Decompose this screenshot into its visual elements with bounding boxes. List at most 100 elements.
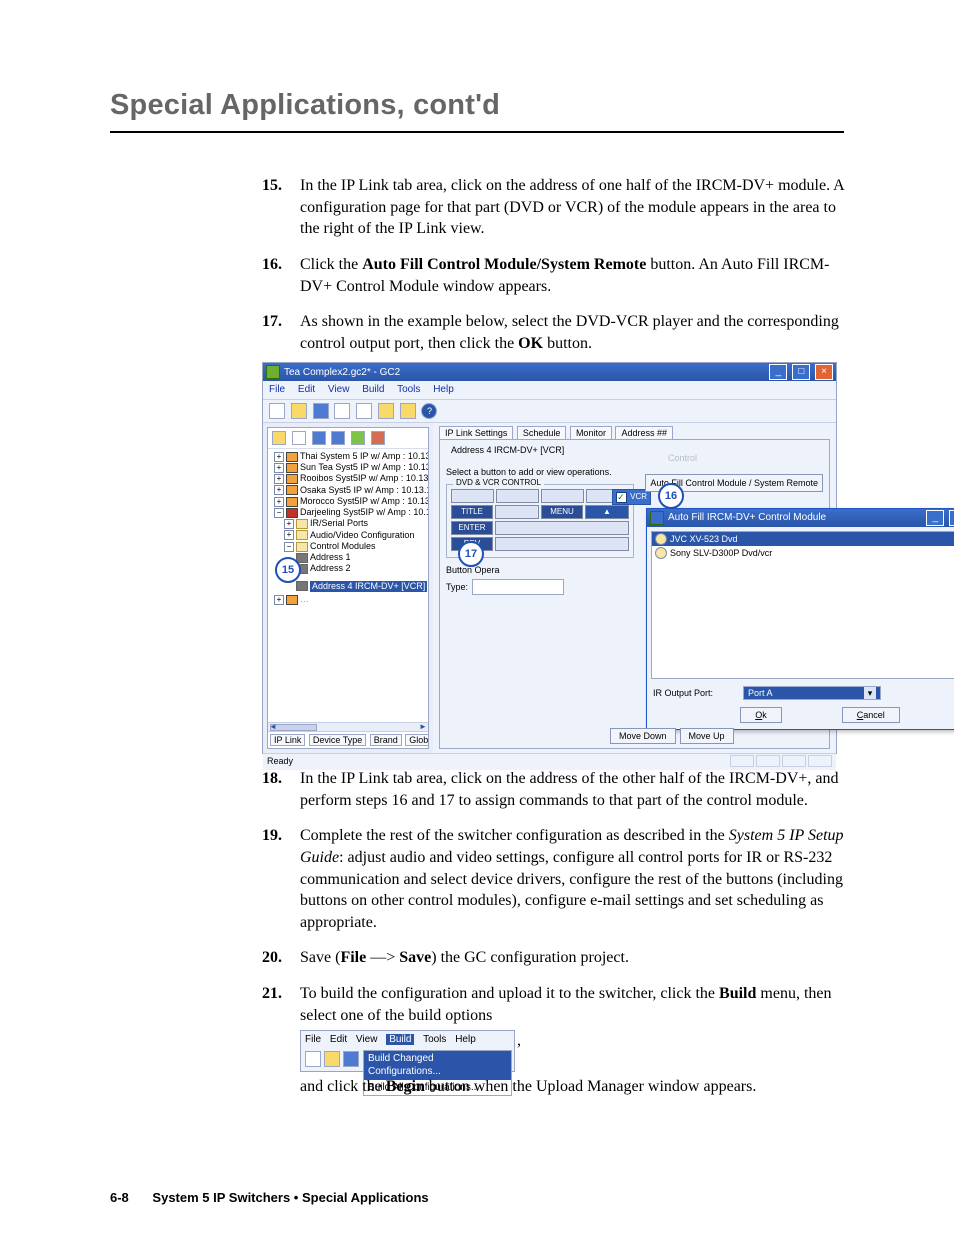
tree-hscrollbar[interactable]: ◄► <box>268 722 428 731</box>
tab-devicetype[interactable]: Device Type <box>309 734 366 746</box>
step-20: 20. Save (File —> Save) the GC configura… <box>262 947 844 969</box>
step-num: 17. <box>262 311 282 333</box>
step-15: 15. In the IP Link tab area, click on th… <box>262 175 844 240</box>
page-title: Special Applications, cont'd <box>110 86 844 125</box>
menu-build[interactable]: Build <box>386 1034 414 1045</box>
ok-button[interactable]: Ok <box>740 707 782 723</box>
tab-schedule[interactable]: Schedule <box>517 426 567 439</box>
disc-icon <box>655 533 667 545</box>
maximize-icon[interactable]: □ <box>792 364 810 380</box>
step-text: Click the Auto Fill Control Module/Syste… <box>300 256 829 295</box>
menu-edit[interactable]: Edit <box>298 384 315 395</box>
key-enter[interactable]: ENTER <box>451 521 493 535</box>
tab-iplinksettings[interactable]: IP Link Settings <box>439 426 513 439</box>
menu-help[interactable]: Help <box>433 384 454 395</box>
step-text: Complete the rest of the switcher config… <box>300 827 844 930</box>
tree-remove-icon[interactable] <box>371 431 385 445</box>
chevron-down-icon[interactable]: ▾ <box>864 687 876 699</box>
menu-view[interactable]: View <box>356 1034 378 1045</box>
minimize-icon[interactable]: _ <box>926 510 944 526</box>
step-19: 19. Complete the rest of the switcher co… <box>262 825 844 933</box>
cut-icon[interactable] <box>334 403 350 419</box>
status-text: Ready <box>267 755 293 769</box>
minimize-icon[interactable]: _ <box>769 364 787 380</box>
paste-icon[interactable] <box>378 403 394 419</box>
new-icon[interactable] <box>269 403 285 419</box>
control-group-title: DVD & VCR CONTROL <box>453 478 544 489</box>
list-item[interactable]: JVC XV-523 Dvd <box>652 532 954 546</box>
menu-help[interactable]: Help <box>455 1034 476 1045</box>
tree-icon[interactable] <box>272 431 286 445</box>
type-label: Type: <box>446 581 468 593</box>
tab-globalview[interactable]: GlobalView <box>405 734 428 746</box>
page-footer: 6-8 System 5 IP Switchers • Special Appl… <box>110 1189 429 1207</box>
page-number: 6-8 <box>110 1190 129 1205</box>
step-num: 18. <box>262 768 282 790</box>
tree-icon[interactable] <box>292 431 306 445</box>
cancel-button[interactable]: Cancel <box>842 707 900 723</box>
menu-tools[interactable]: Tools <box>397 384 420 395</box>
ir-port-label: IR Output Port: <box>653 687 713 699</box>
iplink-tree-pane: +Thai System 5 IP w/ Amp : 10.13.1 +Sun … <box>267 427 429 749</box>
key-up-icon[interactable]: ▲ <box>585 505 629 519</box>
trailing-comma: , <box>517 1030 521 1052</box>
config-tabs: IP Link Settings Schedule Monitor Addres… <box>439 427 830 439</box>
statusbar: Ready <box>263 753 836 770</box>
step-text: To build the configuration and upload it… <box>300 985 831 1024</box>
type-select[interactable] <box>472 579 564 595</box>
tree-selected[interactable]: Address 4 IRCM-DV+ [VCR] <box>310 581 427 592</box>
tree-up-icon[interactable] <box>331 431 345 445</box>
screenshot-build-menu: File Edit View Build Tools Help <box>300 1030 515 1072</box>
screenshot-gc2-window: Tea Complex2.gc2* - GC2 _ □ × File Edit … <box>262 362 837 754</box>
step-text: As shown in the example below, select th… <box>300 313 839 352</box>
key-title[interactable]: TITLE <box>451 505 493 519</box>
tab-iplink[interactable]: IP Link <box>270 734 305 746</box>
step-text: In the IP Link tab area, click on the ad… <box>300 770 839 809</box>
window-titlebar: Tea Complex2.gc2* - GC2 _ □ × <box>263 363 836 381</box>
toolbar: ? <box>263 399 836 423</box>
open-icon[interactable] <box>324 1051 340 1067</box>
menu-file[interactable]: File <box>305 1034 321 1045</box>
open-icon[interactable] <box>291 403 307 419</box>
step-18: 18. In the IP Link tab area, click on th… <box>262 768 844 811</box>
maximize-icon[interactable]: □ <box>949 510 954 526</box>
group-address: Address 4 IRCM-DV+ [VCR] <box>448 444 567 456</box>
menu-tools[interactable]: Tools <box>423 1034 446 1045</box>
tree-add-icon[interactable] <box>351 431 365 445</box>
menu-file[interactable]: File <box>269 384 285 395</box>
dialog-icon <box>650 511 664 525</box>
move-up-button[interactable]: Move Up <box>680 728 734 744</box>
dialog-title: Auto Fill IRCM-DV+ Control Module <box>668 511 826 525</box>
footer-text: System 5 IP Switchers • Special Applicat… <box>152 1190 428 1205</box>
menu-view[interactable]: View <box>328 384 350 395</box>
menu-edit[interactable]: Edit <box>330 1034 347 1045</box>
list-item[interactable]: Sony SLV-D300P Dvd/vcr <box>652 546 954 560</box>
copy-icon[interactable] <box>356 403 372 419</box>
move-down-button[interactable]: Move Down <box>610 728 676 744</box>
step-num: 20. <box>262 947 282 969</box>
tab-address[interactable]: Address ## <box>615 426 673 439</box>
ir-port-select[interactable]: Port A▾ <box>743 686 881 700</box>
help-icon[interactable]: ? <box>421 403 437 419</box>
save-icon[interactable] <box>343 1051 359 1067</box>
control-label: Control <box>668 452 697 464</box>
key-menu[interactable]: MENU <box>541 505 583 519</box>
device-tree[interactable]: +Thai System 5 IP w/ Amp : 10.13.1 +Sun … <box>268 449 428 722</box>
close-icon[interactable]: × <box>815 364 833 380</box>
app-icon <box>266 365 280 379</box>
menu-build[interactable]: Build <box>362 384 384 395</box>
tree-down-icon[interactable] <box>312 431 326 445</box>
tab-brand[interactable]: Brand <box>370 734 402 746</box>
tab-monitor[interactable]: Monitor <box>570 426 612 439</box>
device-select-list[interactable]: JVC XV-523 Dvd Sony SLV-D300P Dvd/vcr <box>651 531 954 679</box>
step-text: Save (File —> Save) the GC configuration… <box>300 949 629 966</box>
step-text: In the IP Link tab area, click on the ad… <box>300 177 844 237</box>
new-icon[interactable] <box>305 1051 321 1067</box>
build-icon[interactable] <box>400 403 416 419</box>
step-21: 21. To build the configuration and uploa… <box>262 983 844 1098</box>
step-num: 21. <box>262 983 282 1005</box>
step-num: 19. <box>262 825 282 847</box>
step-num: 16. <box>262 254 282 276</box>
menu-bar: File Edit View Build Tools Help <box>263 381 836 399</box>
save-icon[interactable] <box>313 403 329 419</box>
